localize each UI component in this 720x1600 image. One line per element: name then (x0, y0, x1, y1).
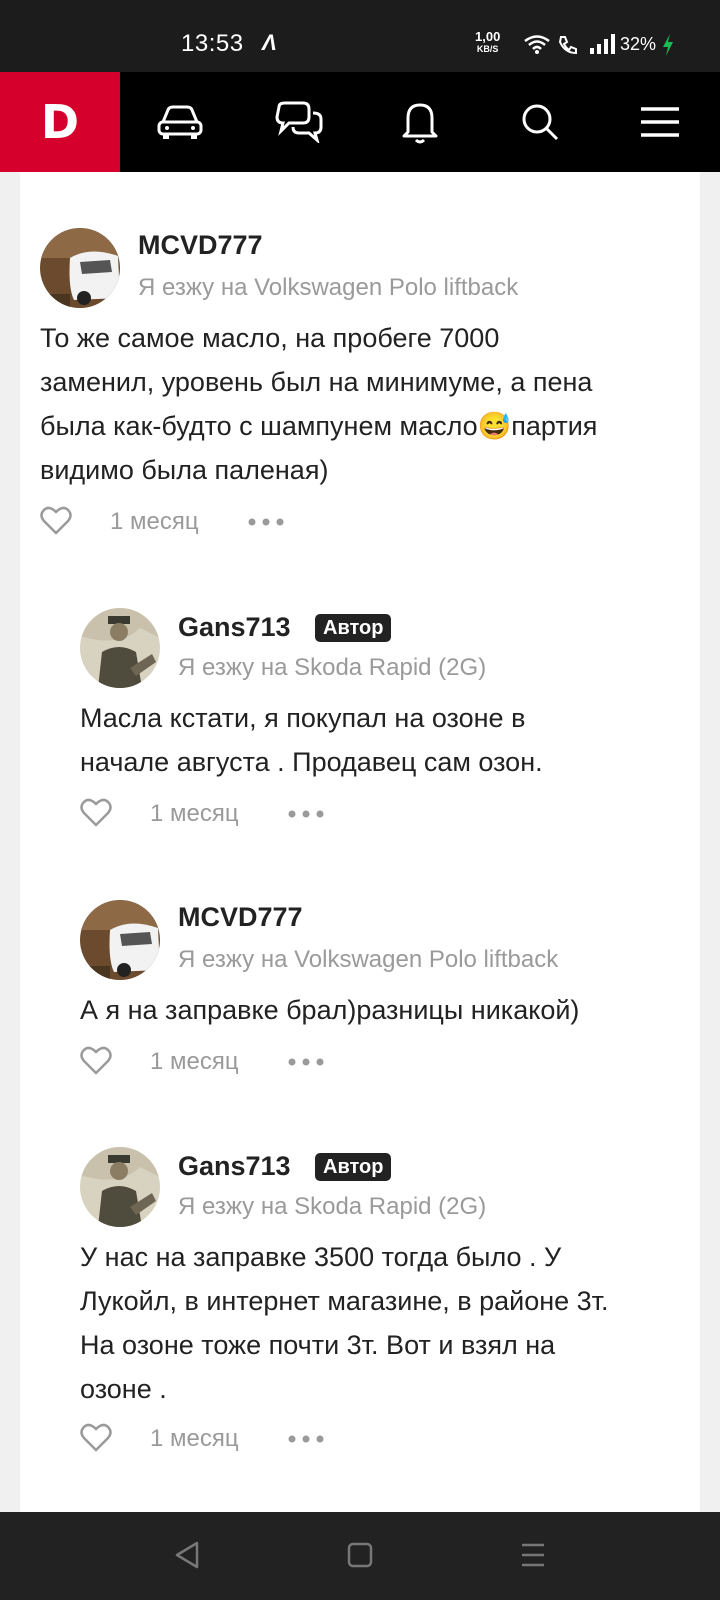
soldier-photo-avatar-image (80, 608, 160, 688)
notifications-button[interactable] (360, 72, 480, 172)
comment-time[interactable]: 1 месяц (150, 1048, 239, 1076)
author-badge: Автор (315, 1153, 392, 1181)
menu-icon (641, 107, 679, 137)
clock: 13:53 (181, 30, 244, 57)
like-heart-icon[interactable] (40, 506, 72, 536)
search-icon (522, 104, 559, 141)
username[interactable]: MCVD777 (138, 230, 263, 261)
garage-button[interactable] (120, 72, 240, 172)
username[interactable]: Gans713 (178, 1151, 291, 1182)
user-avatar[interactable] (80, 1147, 160, 1227)
comment-meta: 1 месяц (80, 1042, 380, 1082)
user-car[interactable]: Я езжу на Volkswagen Polo liftback (178, 946, 558, 974)
more-options-icon[interactable] (288, 810, 324, 818)
username[interactable]: Gans713 (178, 612, 291, 643)
white-car-avatar-image (40, 228, 120, 308)
like-heart-icon[interactable] (80, 1046, 112, 1076)
like-heart-icon[interactable] (80, 1423, 112, 1453)
user-avatar[interactable] (40, 228, 120, 308)
home-icon[interactable] (346, 1540, 374, 1570)
user-avatar[interactable] (80, 608, 160, 688)
back-icon[interactable] (173, 1540, 201, 1570)
user-car[interactable]: Я езжу на Volkswagen Polo liftback (138, 274, 518, 302)
comment-text: А я на заправке брал)разницы никакой) (80, 995, 580, 1025)
navigation-notification-icon: Λ (262, 30, 277, 55)
comment-time[interactable]: 1 месяц (110, 508, 199, 536)
author-badge: Автор (315, 614, 392, 642)
search-button[interactable] (480, 72, 600, 172)
battery-level: 32% (620, 34, 657, 54)
user-car[interactable]: Я езжу на Skoda Rapid (2G) (178, 1193, 486, 1221)
user-car[interactable]: Я езжу на Skoda Rapid (2G) (178, 654, 486, 682)
recents-icon[interactable] (519, 1540, 547, 1570)
status-bar: 13:53 Λ 1,00 KB/S 32% (0, 0, 720, 72)
charging-icon (663, 34, 673, 56)
comments-list: MCVD777 Я езжу на Volkswagen Polo liftba… (20, 172, 700, 1512)
more-options-icon[interactable] (248, 518, 284, 526)
comment-meta: 1 месяц (80, 1419, 380, 1459)
comment-text: У нас на заправке 3500 тогда было . У Лу… (80, 1242, 609, 1404)
username[interactable]: MCVD777 (178, 902, 303, 933)
soldier-photo-avatar-image (80, 1147, 160, 1227)
signal-icon (590, 34, 615, 54)
app-navbar: D (0, 72, 720, 172)
comment-time[interactable]: 1 месяц (150, 1425, 239, 1453)
system-navigation-bar (0, 1512, 720, 1600)
menu-button[interactable] (600, 72, 720, 172)
user-avatar[interactable] (80, 900, 160, 980)
comment-time[interactable]: 1 месяц (150, 800, 239, 828)
more-options-icon[interactable] (288, 1058, 324, 1066)
car-icon (157, 105, 203, 139)
comment-text: То же самое масло, на пробеге 7000 замен… (40, 323, 598, 485)
bell-icon (402, 103, 438, 144)
messages-button[interactable] (240, 72, 360, 172)
network-speed: 1,00 KB/S (475, 29, 501, 54)
more-options-icon[interactable] (288, 1435, 324, 1443)
drive2-logo[interactable]: D (0, 72, 120, 172)
like-heart-icon[interactable] (80, 798, 112, 828)
wifi-call-icon (558, 36, 577, 54)
wifi-icon (524, 35, 550, 54)
comment-meta: 1 месяц (40, 502, 340, 542)
chat-icon (275, 101, 323, 143)
comment-text: Масла кстати, я покупал на озоне в начал… (80, 703, 543, 777)
white-car-avatar-image (80, 900, 160, 980)
comment-meta: 1 месяц (80, 794, 380, 834)
